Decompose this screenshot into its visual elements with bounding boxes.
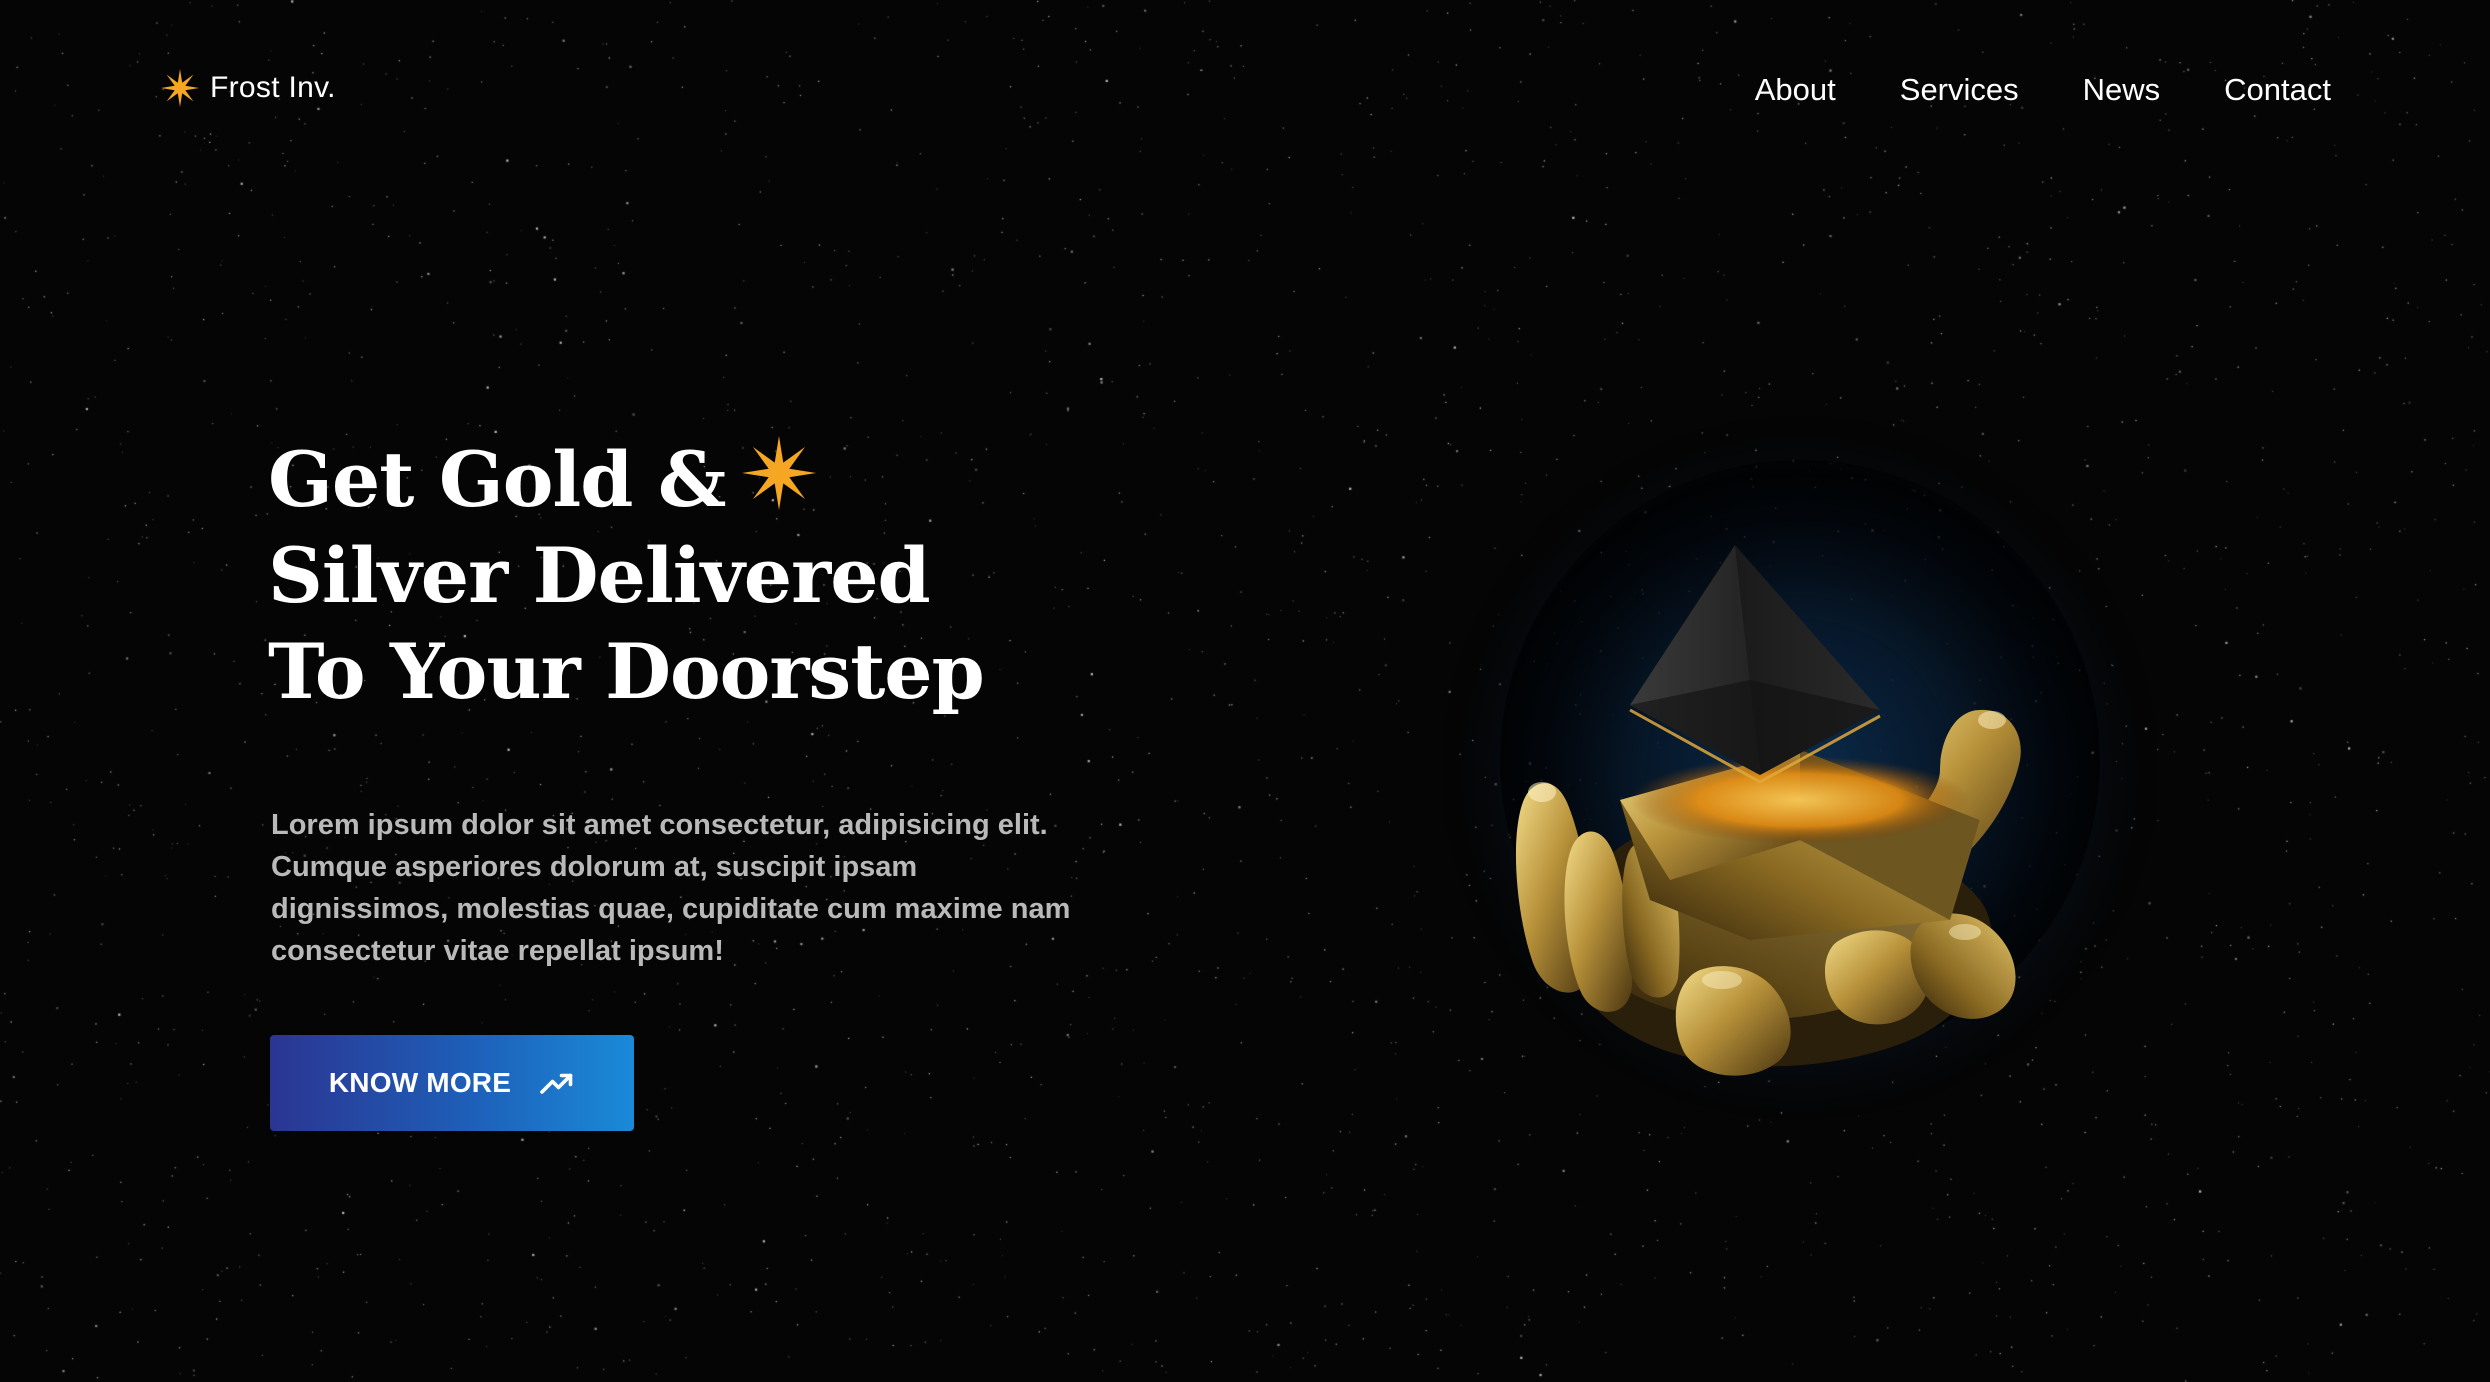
hero-title: Get Gold & Silver Delivered To Your Door… [268,432,985,720]
know-more-button[interactable]: KNOW MORE [270,1035,634,1131]
brand-logo[interactable]: Frost Inv. [160,68,336,108]
hero-title-line-1: Get Gold & [268,432,984,528]
know-more-label: KNOW MORE [328,1067,512,1098]
nav-services-link[interactable]: Services [1900,68,2019,112]
main-nav: About Services News Contact [1755,68,2331,112]
nav-news-link[interactable]: News [2083,68,2161,112]
star-burst-icon [741,435,816,511]
star-burst-icon [161,69,199,107]
hero-description: Lorem ipsum dolor sit amet consectetur, … [271,809,1071,967]
trending-up-icon [540,1073,573,1094]
hero-title-line-2: Silver Delivered [268,531,931,620]
brand-name: Frost Inv. [210,71,336,104]
hero-title-line-3: To Your Doorstep [268,627,985,716]
nav-contact-link[interactable]: Contact [2224,68,2331,112]
gold-hand-pyramid-illustration [1440,400,2160,1120]
nav-about-link[interactable]: About [1755,68,1836,112]
